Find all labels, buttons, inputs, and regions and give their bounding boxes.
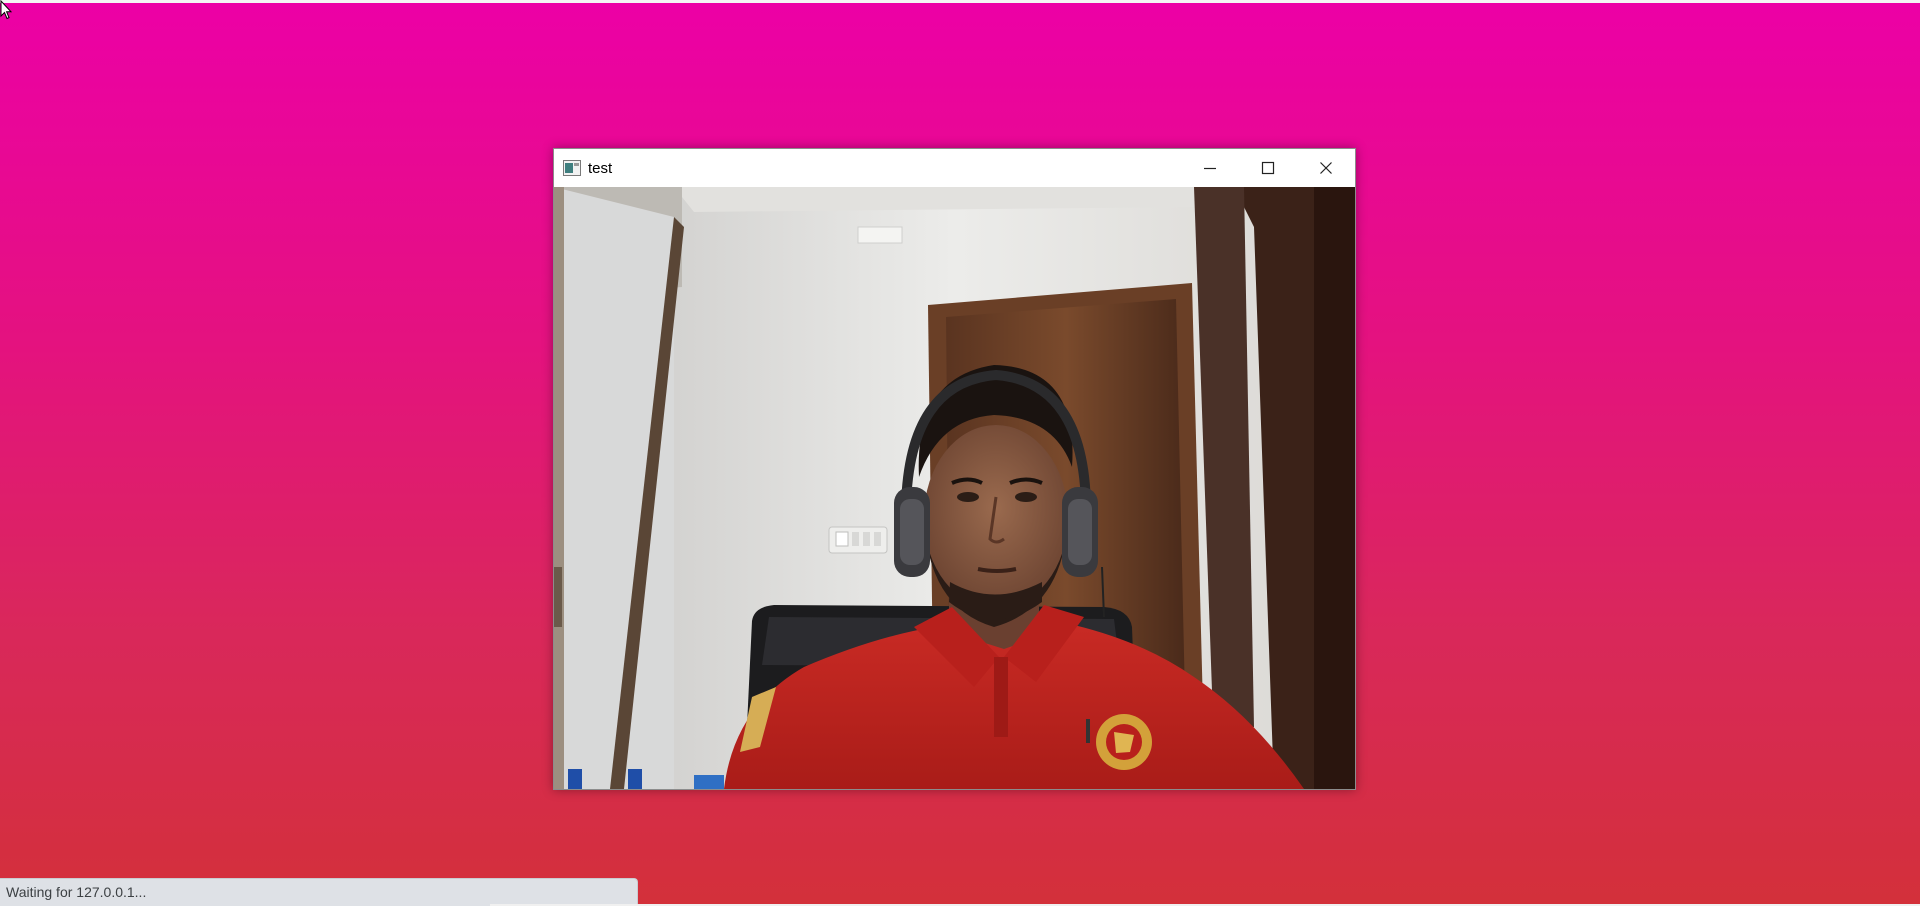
webcam-window[interactable]: test (553, 148, 1356, 790)
close-icon (1320, 162, 1332, 174)
top-edge-strip (0, 0, 1920, 3)
close-button[interactable] (1297, 149, 1355, 187)
minimize-icon (1204, 167, 1216, 170)
webcam-feed (554, 187, 1355, 789)
window-title: test (588, 159, 613, 177)
maximize-button[interactable] (1239, 149, 1297, 187)
mouse-cursor-icon (0, 0, 12, 20)
window-controls (1181, 149, 1355, 187)
desktop-background: test Waiting for 127.0.0.1... (0, 0, 1920, 906)
status-bubble: Waiting for 127.0.0.1... (0, 878, 638, 906)
status-text: Waiting for 127.0.0.1... (6, 884, 147, 900)
window-titlebar[interactable]: test (554, 149, 1355, 187)
minimize-button[interactable] (1181, 149, 1239, 187)
webcam-scene-image (554, 187, 1355, 789)
app-window-icon (563, 160, 581, 176)
maximize-icon (1261, 161, 1275, 175)
